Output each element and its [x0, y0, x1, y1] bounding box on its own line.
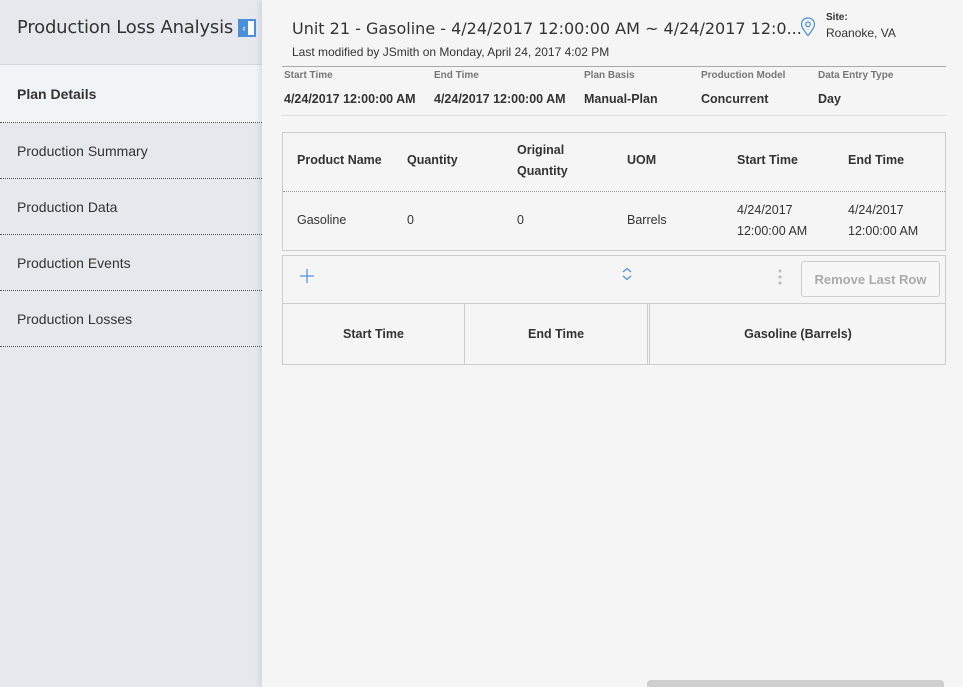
cell-start-time: 4/24/2017 12:00:00 AM [737, 200, 807, 242]
grid-header-end-time[interactable]: End Time [465, 304, 648, 364]
table-header-row: Product Name Quantity Original Quantity … [283, 133, 945, 192]
sort-icon[interactable] [621, 267, 633, 281]
cell-uom: Barrels [627, 213, 667, 227]
meta-production-model: Production Model Concurrent [701, 70, 785, 106]
app-title: Production Loss Analysis [17, 17, 234, 38]
location-pin-icon [800, 17, 816, 37]
cell-quantity: 0 [407, 213, 414, 227]
production-grid: Start Time End Time Gasoline (Barrels) [282, 303, 946, 365]
col-header-original-quantity[interactable]: Original Quantity [517, 140, 568, 182]
meta-label: Start Time [284, 70, 333, 81]
grid-toolbar: Remove Last Row [282, 255, 946, 303]
main-panel: Unit 21 - Gasoline - 4/24/2017 12:00:00 … [262, 0, 963, 687]
page-title: Unit 21 - Gasoline - 4/24/2017 12:00:00 … [292, 19, 802, 38]
meta-label: End Time [434, 70, 479, 81]
more-options-icon[interactable] [777, 268, 783, 286]
col-header-start-time[interactable]: Start Time [737, 150, 798, 171]
remove-last-row-button[interactable]: Remove Last Row [801, 261, 940, 297]
meta-label: Data Entry Type [818, 70, 894, 81]
grid-header-start-time[interactable]: Start Time [283, 304, 465, 364]
col-header-end-time[interactable]: End Time [848, 150, 904, 171]
sidebar-item-plan-details[interactable]: Plan Details [0, 64, 262, 123]
meta-value: Concurrent [701, 92, 769, 106]
sidebar-item-production-losses[interactable]: Production Losses [0, 291, 262, 347]
grid-header-gasoline-barrels[interactable]: Gasoline (Barrels) [649, 304, 946, 364]
site-value: Roanoke, VA [826, 26, 896, 40]
last-modified-text: Last modified by JSmith on Monday, April… [292, 45, 610, 59]
app-title-row: Production Loss Analysis [0, 0, 262, 64]
meta-end-time: End Time 4/24/2017 12:00:00 AM [434, 70, 566, 106]
col-header-original-quantity-line2: Quantity [517, 164, 568, 178]
cell-original-quantity: 0 [517, 213, 524, 227]
collapse-sidebar-button[interactable]: ‹ [238, 19, 256, 37]
plus-icon[interactable] [299, 268, 315, 284]
sidebar-item-production-summary[interactable]: Production Summary [0, 123, 262, 179]
meta-label: Plan Basis [584, 70, 635, 81]
cell-start-time-text: 12:00:00 AM [737, 224, 808, 238]
meta-label: Production Model [701, 70, 786, 81]
site-label: Site: [826, 12, 848, 23]
sidebar-nav: Plan Details Production Summary Producti… [0, 64, 262, 347]
horizontal-scrollbar[interactable] [647, 680, 944, 687]
col-header-original-quantity-line1: Original [517, 143, 565, 157]
col-header-uom[interactable]: UOM [627, 150, 656, 171]
sidebar: Production Loss Analysis ‹ Plan Details … [0, 0, 262, 687]
cell-product-name: Gasoline [297, 213, 347, 227]
header-divider [282, 66, 946, 67]
sidebar-item-production-data[interactable]: Production Data [0, 179, 262, 235]
cell-end-time: 4/24/2017 12:00:00 AM [848, 200, 918, 242]
meta-divider [282, 115, 946, 116]
chevron-left-icon: ‹ [242, 23, 246, 33]
meta-value: Day [818, 92, 841, 106]
cell-start-date-text: 4/24/2017 [737, 203, 793, 217]
meta-value: 4/24/2017 12:00:00 AM [284, 92, 416, 106]
meta-start-time: Start Time 4/24/2017 12:00:00 AM [284, 70, 416, 106]
col-header-quantity[interactable]: Quantity [407, 150, 458, 171]
col-header-product-name[interactable]: Product Name [297, 150, 382, 171]
sidebar-item-production-events[interactable]: Production Events [0, 235, 262, 291]
meta-value: 4/24/2017 12:00:00 AM [434, 92, 566, 106]
cell-end-time-text: 12:00:00 AM [848, 224, 919, 238]
meta-plan-basis: Plan Basis Manual-Plan [584, 70, 658, 106]
cell-end-date-text: 4/24/2017 [848, 203, 904, 217]
meta-data-entry-type: Data Entry Type Day [818, 70, 893, 106]
product-table: Product Name Quantity Original Quantity … [282, 132, 946, 251]
meta-value: Manual-Plan [584, 92, 658, 106]
